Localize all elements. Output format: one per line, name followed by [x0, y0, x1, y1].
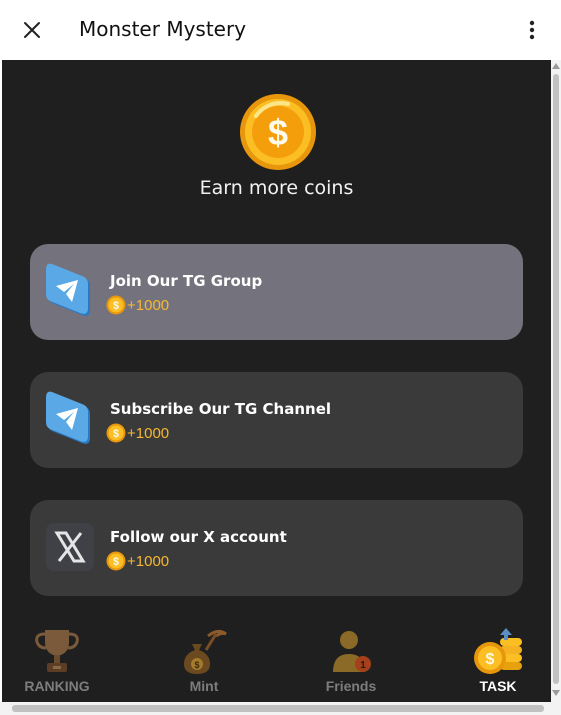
task-card-subscribe-tg-channel[interactable]: Subscribe Our TG Channel $ +1000	[30, 372, 523, 468]
x-logo-icon	[46, 523, 94, 571]
task-title: Subscribe Our TG Channel	[110, 400, 332, 418]
bottom-nav: RANKING $ Mint 1 Friends $ TASK	[2, 616, 551, 702]
earn-coins-heading: Earn more coins	[199, 177, 354, 199]
nav-item-mint[interactable]: $ Mint	[149, 616, 259, 702]
task-card-follow-x-account[interactable]: Follow our X account $ +1000	[30, 500, 523, 596]
task-reward: $ +1000	[106, 295, 169, 315]
svg-text:1: 1	[360, 660, 366, 671]
reward-amount: +1000	[127, 296, 170, 314]
svg-text:$: $	[486, 651, 495, 668]
task-page: $ Earn more coins Join Our TG Group $ +1…	[2, 60, 551, 702]
task-reward: $ +1000	[106, 423, 169, 443]
nav-label: Mint	[189, 678, 219, 694]
task-reward: $ +1000	[106, 551, 169, 571]
user-badge-icon: 1	[333, 631, 371, 672]
svg-text:$: $	[194, 660, 199, 670]
more-menu-button[interactable]	[520, 16, 544, 44]
scroll-down-arrow-icon[interactable]	[552, 690, 560, 696]
task-title: Join Our TG Group	[110, 272, 263, 290]
money-bag-pickaxe-icon: $	[184, 629, 227, 674]
horizontal-scrollbar-thumb[interactable]	[12, 705, 544, 712]
gold-coin-icon: $	[240, 94, 316, 170]
more-vertical-icon	[529, 20, 535, 40]
task-card-join-tg-group[interactable]: Join Our TG Group $ +1000	[30, 244, 523, 340]
telegram-icon	[46, 263, 90, 316]
reward-amount: +1000	[127, 552, 170, 570]
coin-icon: $	[106, 295, 126, 315]
vertical-scrollbar-thumb[interactable]	[553, 74, 559, 684]
svg-text:$: $	[113, 300, 119, 312]
nav-item-task[interactable]: $ TASK	[443, 616, 551, 702]
close-button[interactable]	[18, 16, 46, 44]
app-title: Monster Mystery	[79, 17, 247, 41]
coin-icon: $	[106, 551, 126, 571]
nav-label: RANKING	[24, 678, 90, 694]
app-header: Monster Mystery	[0, 0, 561, 60]
nav-label: Friends	[325, 678, 377, 694]
svg-text:$: $	[113, 556, 119, 568]
reward-amount: +1000	[127, 424, 170, 442]
task-title: Follow our X account	[110, 528, 287, 546]
coin-stack-icon: $	[474, 628, 522, 674]
telegram-icon	[46, 391, 90, 444]
nav-label: TASK	[479, 678, 517, 694]
svg-text:$: $	[268, 112, 288, 153]
trophy-icon	[35, 630, 79, 672]
close-icon	[24, 22, 40, 38]
nav-item-friends[interactable]: 1 Friends	[296, 616, 406, 702]
coin-icon: $	[106, 423, 126, 443]
svg-text:$: $	[113, 428, 119, 440]
scroll-up-arrow-icon[interactable]	[552, 63, 560, 69]
nav-item-ranking[interactable]: RANKING	[2, 616, 112, 702]
